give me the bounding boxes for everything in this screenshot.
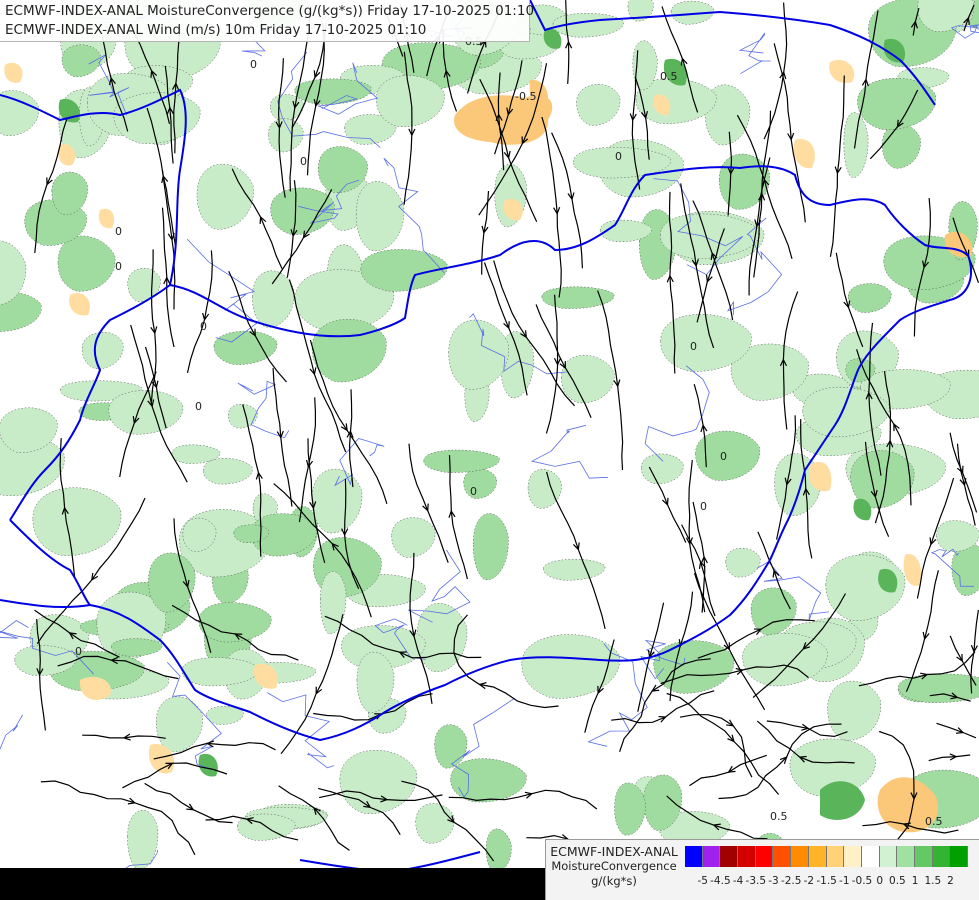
legend-color-swatch <box>914 846 933 867</box>
legend-color-swatch <box>685 846 703 867</box>
legend-color-swatch <box>738 846 756 867</box>
legend-tick-label: -1.5 <box>816 875 837 887</box>
color-legend: ECMWF-INDEX-ANAL MoistureConvergence g/(… <box>545 839 979 900</box>
contour-label: 0 <box>690 340 697 353</box>
contour-label: 0.5 <box>660 70 678 83</box>
legend-color-swatch <box>897 846 915 867</box>
legend-tick-labels: -5 -4.5 -4 -3.5 -3 -2.5 -2 -1.5 -1 -0.5 0 0.5 1 1.5 2 <box>685 875 977 889</box>
map-no-data-strip <box>0 868 545 900</box>
contour-label: 0 <box>115 260 122 273</box>
legend-color-swatch <box>861 846 880 867</box>
legend-color-swatch <box>844 846 862 867</box>
title-line-wind: ECMWF-INDEX-ANAL Wind (m/s) 10m Friday 1… <box>5 22 427 38</box>
legend-tick-label: 2 <box>947 875 954 887</box>
legend-variable-name: MoistureConvergence <box>551 859 677 873</box>
contour-label: 0 <box>470 485 477 498</box>
legend-tick-label: 1 <box>911 875 919 887</box>
legend-unit: g/(kg*s) <box>591 874 637 888</box>
legend-tick-label: -3.5 <box>745 875 767 887</box>
legend-tick-label: -2 <box>803 875 815 887</box>
contour-label: 0 <box>615 150 622 163</box>
legend-label-block: ECMWF-INDEX-ANAL MoistureConvergence g/(… <box>546 844 682 889</box>
contour-label: 0 <box>720 450 727 463</box>
legend-tick-label: -3 <box>768 875 779 887</box>
legend-tick-label: -4.5 <box>710 875 731 887</box>
contour-label: -0.5 <box>515 90 536 103</box>
legend-color-swatch <box>755 846 774 867</box>
contour-label: 0 <box>250 58 257 71</box>
legend-tick-label: 0 <box>876 875 884 887</box>
contour-label: 0 <box>195 400 202 413</box>
legend-color-swatch <box>826 846 845 867</box>
legend-tick-label: -4 <box>732 875 744 887</box>
legend-model-name: ECMWF-INDEX-ANAL <box>550 844 678 859</box>
contour-label: 0 <box>300 155 307 168</box>
contour-label: 0 <box>115 225 122 238</box>
legend-color-swatch <box>879 846 898 867</box>
weather-map: 0 0 0 0 0 0 0 0 0 0 0 0 0.5 0.5 0.5 0.5 -0.5 <box>0 0 979 900</box>
legend-tick-label: -2.5 <box>780 875 802 887</box>
legend-tick-label: -0.5 <box>851 875 873 887</box>
legend-color-swatch <box>702 846 721 867</box>
legend-tick-label: -5 <box>697 875 708 887</box>
legend-color-swatch <box>720 846 739 867</box>
legend-color-bar <box>685 846 968 867</box>
legend-color-swatch <box>950 846 968 867</box>
map-title-box: ECMWF-INDEX-ANAL MoistureConvergence (g/… <box>0 0 535 42</box>
legend-color-swatch <box>808 846 827 867</box>
legend-color-swatch <box>932 846 951 867</box>
legend-tick-label: 0.5 <box>889 875 906 887</box>
contour-label: 0 <box>700 500 707 513</box>
contour-label: 0.5 <box>925 815 943 828</box>
legend-color-swatch <box>791 846 809 867</box>
title-line-moisture: ECMWF-INDEX-ANAL MoistureConvergence (g/… <box>5 3 535 19</box>
legend-color-swatch <box>773 846 792 867</box>
legend-tick-label: -1 <box>839 875 850 887</box>
contour-label: 0 <box>75 645 82 658</box>
contour-label: 0.5 <box>770 810 788 823</box>
legend-tick-label: 1.5 <box>924 875 942 887</box>
contour-label: 0 <box>200 320 207 333</box>
